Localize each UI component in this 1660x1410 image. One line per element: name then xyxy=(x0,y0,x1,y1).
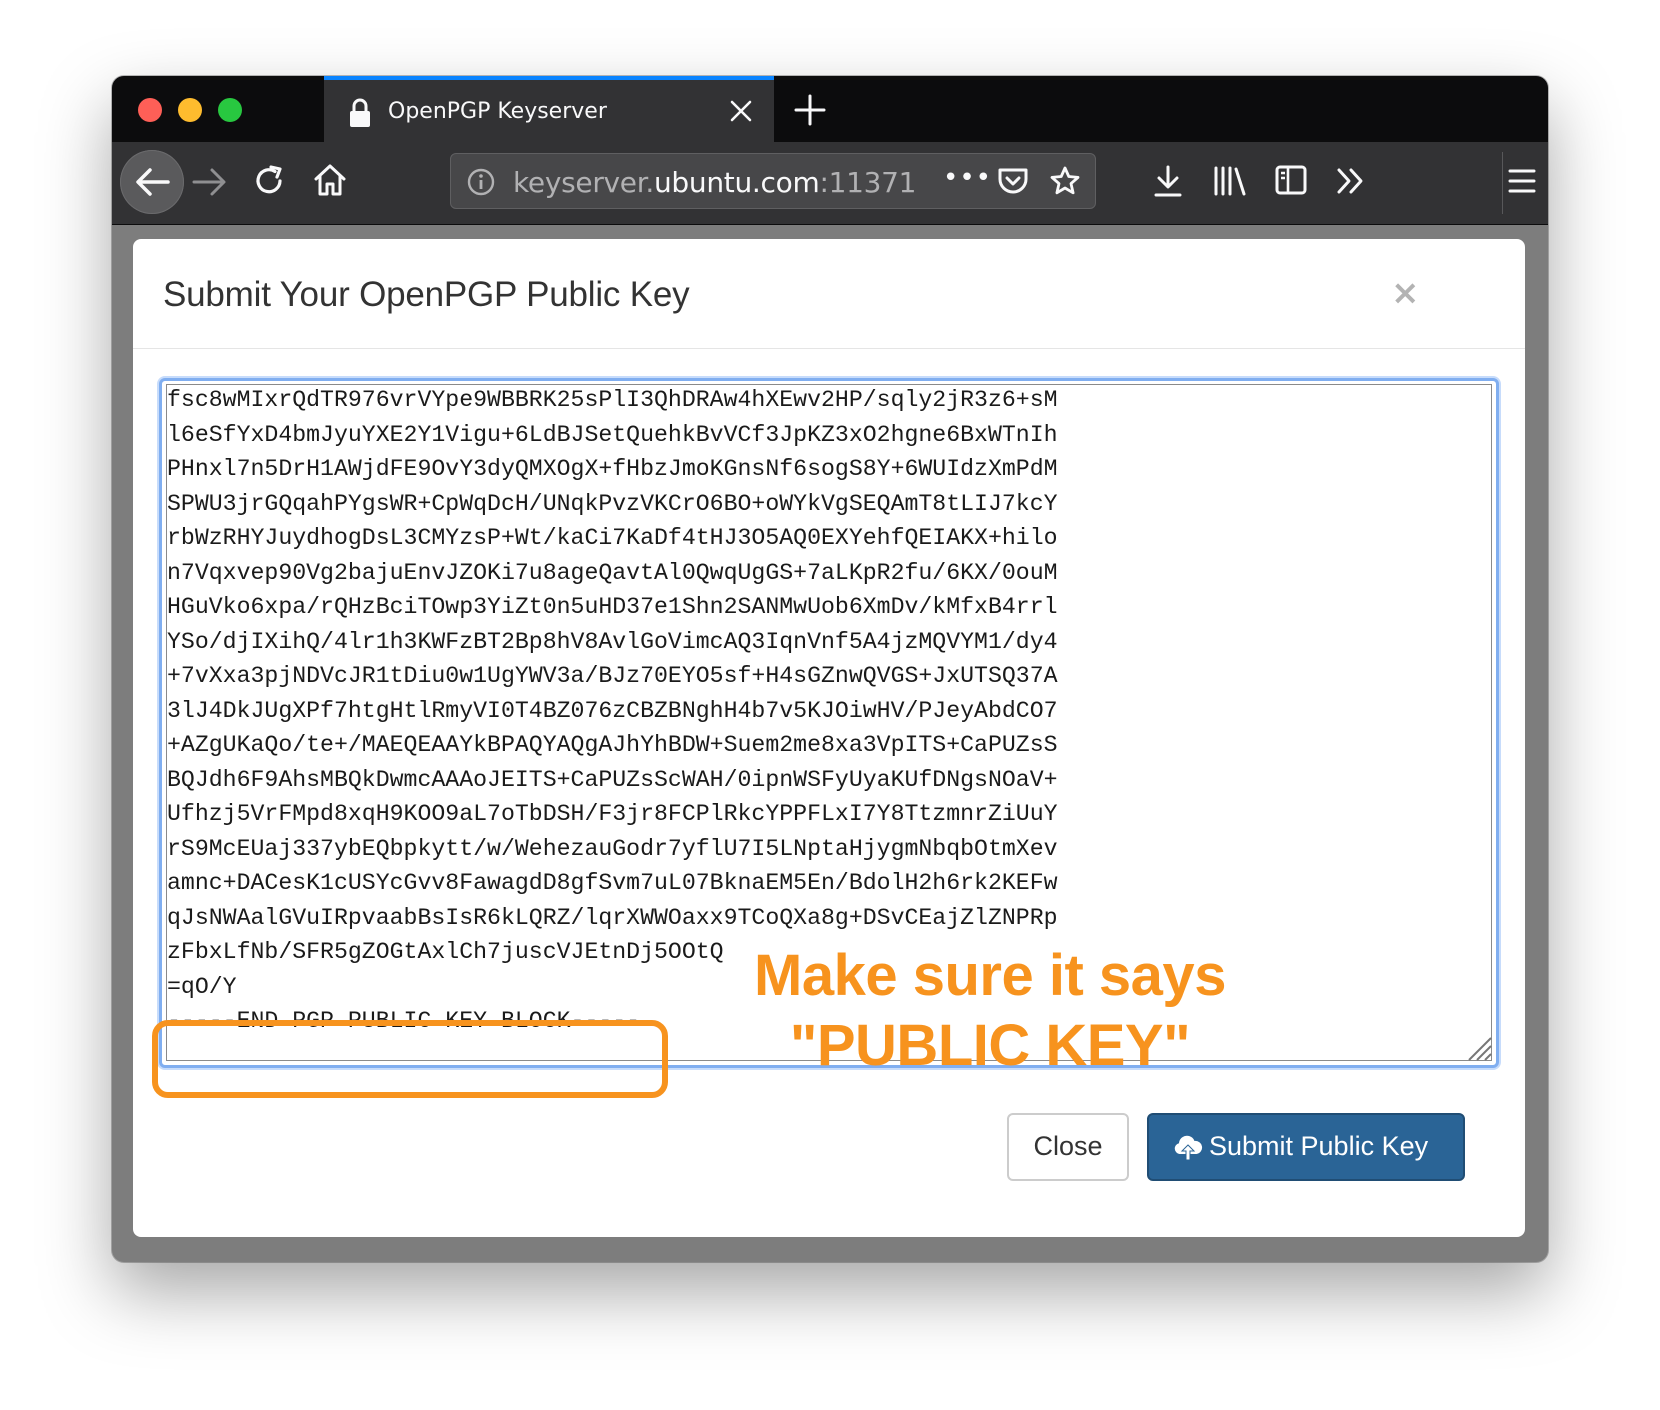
annotation-line-1: Make sure it says xyxy=(754,943,1226,1008)
address-bar[interactable]: keyserver.ubuntu.com:11371 ••• xyxy=(450,153,1096,209)
reload-icon[interactable] xyxy=(252,164,286,198)
key-text-line: Ufhzj5VrFMpd8xqH9KOO9aL7oTbDSH/F3jr8FCPl… xyxy=(167,801,1058,827)
tab-title: OpenPGP Keyserver xyxy=(388,99,607,124)
close-window-button[interactable] xyxy=(138,98,162,122)
star-icon[interactable] xyxy=(1049,165,1081,197)
key-text-line: SPWU3jrGQqahPYgsWR+CpWqDcH/UNqkPvzVKCrO6… xyxy=(167,490,1058,517)
back-button[interactable] xyxy=(120,150,184,214)
key-text-line: n7Vqxvep90Vg2bajuEnvJZOKi7u8ageQavtAl0Qw… xyxy=(167,559,1058,586)
navigation-toolbar: keyserver.ubuntu.com:11371 ••• xyxy=(112,142,1548,225)
annotation-line-2: "PUBLIC KEY" xyxy=(789,1013,1191,1078)
key-text-line: zFbxLfNb/SFR5gZOGtAxlCh7juscVJEtnDj5OOtQ xyxy=(167,939,724,965)
modal-close-icon[interactable]: × xyxy=(1391,273,1420,313)
close-icon[interactable] xyxy=(728,98,754,124)
close-button[interactable]: Close xyxy=(1007,1113,1129,1181)
key-text-line: +7vXxa3pjNDVcJR1tDiu0w1UgYWV3a/BJz70EYO5… xyxy=(167,663,1058,689)
modal-title: Submit Your OpenPGP Public Key xyxy=(163,275,690,314)
submit-public-key-button[interactable]: Submit Public Key xyxy=(1147,1113,1465,1181)
key-text-line: qJsNWAalGVuIRpvaabBsIsR6kLQRZ/lqrXWWOaxx… xyxy=(167,904,1058,931)
library-icon[interactable] xyxy=(1212,164,1248,198)
key-text-line: +AZgUKaQo/te+/MAEQEAAYkBPAQYAQgAJhYhBDW+… xyxy=(167,732,1058,758)
lock-icon xyxy=(350,98,370,127)
browser-window: OpenPGP Keyserver keyserver.ubuntu.com:1… xyxy=(112,76,1548,1262)
key-text-line: PHnxl7n5DrH1AWjdFE9OvY3dyQMXOgX+fHbzJmoK… xyxy=(167,456,1058,482)
url-host: ubuntu.com xyxy=(653,166,820,199)
key-text-line: =qO/Y xyxy=(167,973,237,1000)
menu-icon[interactable] xyxy=(1508,168,1536,194)
overflow-icon[interactable] xyxy=(1336,166,1366,196)
url-port: :11371 xyxy=(819,166,917,199)
more-icon[interactable]: ••• xyxy=(943,163,992,193)
tab-bar: OpenPGP Keyserver xyxy=(112,76,1548,142)
key-text-line: BQJdh6F9AhsMBQkDwmcAAAoJEITS+CaPUZsScWAH… xyxy=(167,766,1058,793)
sidebar-icon[interactable] xyxy=(1274,164,1308,196)
url-subdomain: keyserver. xyxy=(513,166,654,199)
modal-header: Submit Your OpenPGP Public Key × xyxy=(133,239,1525,349)
forward-arrow-icon[interactable] xyxy=(192,166,228,198)
submit-button-label: Submit Public Key xyxy=(1209,1131,1429,1161)
public-key-annotation: Make sure it says "PUBLIC KEY" xyxy=(730,941,1250,1081)
key-text-line: amnc+DACesK1cUSYcGvv8FawagdD8gfSvm7uL07B… xyxy=(167,870,1058,896)
toolbar-separator xyxy=(1502,152,1503,214)
end-block-highlight xyxy=(152,1020,668,1098)
key-text-line: rbWzRHYJuydhogDsL3CMYzsP+Wt/kaCi7KaDf4tH… xyxy=(167,525,1058,551)
home-icon[interactable] xyxy=(312,162,348,198)
key-text-line: l6eSfYxD4bmJyuYXE2Y1Vigu+6LdBJSetQuehkBv… xyxy=(167,421,1058,448)
zoom-window-button[interactable] xyxy=(218,98,242,122)
plus-icon[interactable] xyxy=(792,92,828,128)
minimize-window-button[interactable] xyxy=(178,98,202,122)
pocket-icon[interactable] xyxy=(997,166,1029,196)
cloud-upload-icon xyxy=(1174,1135,1203,1161)
key-text-line: HGuVko6xpa/rQHzBciTOwp3YiZt0n5uHD37e1Shn… xyxy=(167,594,1058,620)
resize-grip-icon[interactable] xyxy=(1463,1032,1493,1062)
submit-key-modal: Submit Your OpenPGP Public Key × fsc8wMI… xyxy=(133,239,1525,1237)
download-icon[interactable] xyxy=(1152,164,1184,198)
tab-openpgp-keyserver[interactable]: OpenPGP Keyserver xyxy=(324,76,774,142)
back-arrow-icon xyxy=(136,168,170,196)
key-text-line: 3lJ4DkJUgXPf7htgHtlRmyVI0T4BZ076zCBZBNgh… xyxy=(167,697,1058,724)
key-text-line: fsc8wMIxrQdTR976vrVYpe9WBBRK25sPlI3QhDRA… xyxy=(167,387,1058,413)
info-icon[interactable] xyxy=(467,168,495,196)
key-text-line: rS9McEUaj337ybEQbpkytt/w/WehezauGodr7yfl… xyxy=(167,835,1058,862)
key-text-line: YSo/djIXihQ/4lr1h3KWFzBT2Bp8hV8AvlGoVimc… xyxy=(167,628,1058,655)
url-text[interactable]: keyserver.ubuntu.com:11371 xyxy=(513,166,916,199)
